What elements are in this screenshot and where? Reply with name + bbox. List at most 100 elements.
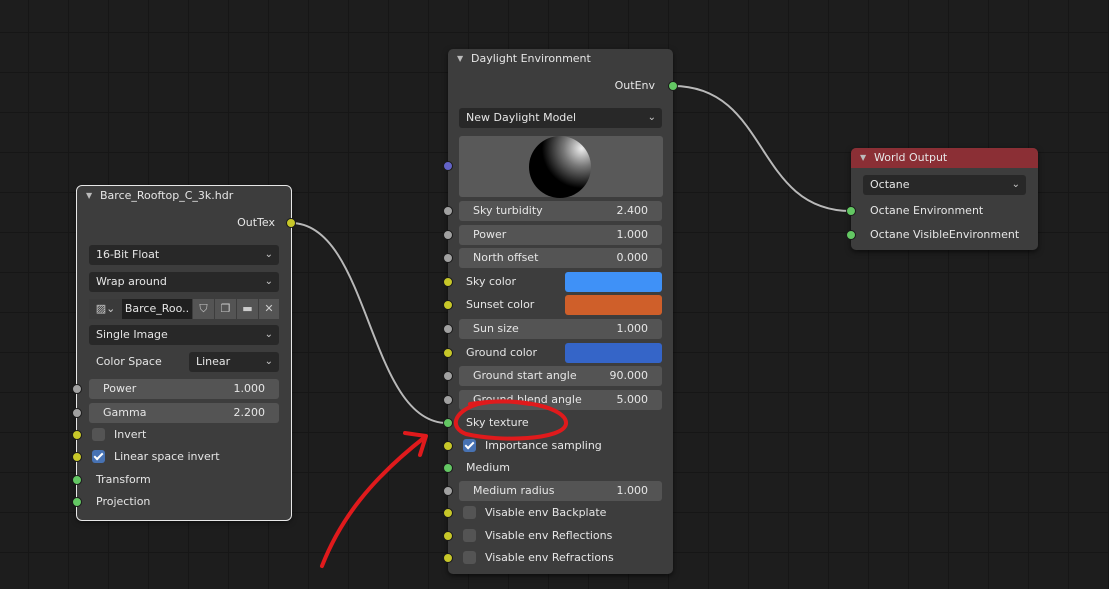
daylight-model-dropdown[interactable]: New Daylight Model ⌄	[459, 108, 662, 128]
power-socket[interactable]	[443, 230, 453, 240]
ground-blend-angle-socket[interactable]	[443, 395, 453, 405]
invert-checkbox[interactable]: Invert	[92, 425, 272, 445]
power-field-label: Power	[473, 228, 507, 241]
render-target-dropdown[interactable]: Octane ⌄	[863, 175, 1026, 195]
ground-start-angle-field-value: 90.000	[609, 369, 649, 382]
visable-env-refractions-socket[interactable]	[443, 553, 453, 563]
sky-texture-socket[interactable]	[443, 418, 453, 428]
duplicate-image-icon[interactable]: ❐	[215, 299, 236, 319]
world-output-node[interactable]: ▼ World Output Octane ⌄ Octane Environment O…	[846, 148, 1038, 250]
image-texture-node[interactable]: ▼ Barce_Rooftop_C_3k.hdr OutTex 16-Bit Flo…	[72, 185, 296, 521]
socket[interactable]	[72, 497, 82, 507]
annotation-arrow	[320, 431, 428, 568]
open-folder-icon[interactable]: ▬	[237, 299, 258, 319]
node-title: World Output	[874, 151, 948, 164]
north-offset-socket[interactable]	[443, 253, 453, 263]
socket[interactable]	[72, 430, 82, 440]
sphere-preview	[529, 136, 591, 198]
socket[interactable]	[72, 384, 82, 394]
importance-sampling-checkbox-label: Importance sampling	[485, 439, 602, 452]
collapse-triangle-icon[interactable]: ▼	[457, 49, 463, 69]
color-space-dropdown[interactable]: Linear ⌄	[189, 352, 279, 372]
sun-direction-socket[interactable]	[443, 161, 453, 171]
sky-color-socket[interactable]	[443, 277, 453, 287]
link-outenv-to-environment[interactable]	[672, 84, 852, 213]
chevron-down-icon: ⌄	[264, 356, 273, 367]
unlink-close-icon[interactable]: ✕	[259, 299, 279, 319]
sun-size-field-label: Sun size	[473, 322, 519, 335]
fake-user-shield-icon[interactable]: ⛉	[193, 299, 214, 319]
node-header[interactable]: ▼ World Output	[851, 148, 1038, 168]
visible-environment-socket[interactable]	[846, 230, 856, 240]
sunset-color-swatch[interactable]	[565, 295, 662, 315]
checkbox[interactable]	[92, 428, 105, 441]
output-outenv: OutEnv	[614, 79, 655, 92]
outenv-socket[interactable]	[668, 81, 678, 91]
power-field[interactable]: Power 1.000	[89, 379, 279, 399]
sunset-color-socket[interactable]	[443, 300, 453, 310]
source-dropdown[interactable]: Single Image ⌄	[89, 325, 279, 345]
sky-color-label: Sky color	[466, 275, 517, 288]
north-offset-field[interactable]: North offset 0.000	[459, 248, 662, 268]
sky-turbidity-field[interactable]: Sky turbidity 2.400	[459, 201, 662, 221]
socket[interactable]	[72, 475, 82, 485]
bit-depth-dropdown[interactable]: 16-Bit Float ⌄	[89, 245, 279, 265]
visable-env-backplate-checkbox[interactable]: Visable env Backplate	[463, 503, 643, 523]
ground-blend-angle-field-label: Ground blend angle	[473, 393, 582, 406]
link-outtex-to-sky-texture[interactable]	[290, 221, 448, 425]
medium-radius-field-label: Medium radius	[473, 484, 555, 497]
chevron-down-icon: ⌄	[264, 276, 273, 287]
importance-sampling-socket[interactable]	[443, 441, 453, 451]
power-field[interactable]: Power 1.000	[459, 225, 662, 245]
checkbox[interactable]	[463, 506, 476, 519]
checkbox[interactable]	[463, 439, 476, 452]
sun-size-field[interactable]: Sun size 1.000	[459, 319, 662, 339]
collapse-triangle-icon[interactable]: ▼	[86, 186, 92, 206]
north-offset-field-label: North offset	[473, 251, 539, 264]
gamma-field[interactable]: Gamma 2.200	[89, 403, 279, 423]
sky-texture-input: Sky texture	[466, 416, 529, 429]
sun-direction-preview[interactable]	[459, 136, 663, 198]
ground-blend-angle-field[interactable]: Ground blend angle 5.000	[459, 390, 662, 410]
socket[interactable]	[72, 408, 82, 418]
checkbox[interactable]	[463, 529, 476, 542]
wrap-dropdown-value: Wrap around	[96, 275, 167, 288]
visable-env-reflections-checkbox[interactable]: Visable env Reflections	[463, 526, 643, 546]
image-browse-button[interactable]: ▨⌄	[89, 299, 122, 319]
daylight-environment-node[interactable]: ▼ Daylight Environment OutEnv New Daylight…	[443, 49, 678, 574]
projection-input: Projection	[96, 495, 151, 508]
medium-radius-socket[interactable]	[443, 486, 453, 496]
power-field-value: 1.000	[616, 228, 649, 241]
collapse-triangle-icon[interactable]: ▼	[860, 148, 866, 168]
image-name-field[interactable]: Barce_Roo..	[122, 299, 192, 319]
output-outtex: OutTex	[237, 216, 275, 229]
environment-socket[interactable]	[846, 206, 856, 216]
octane-visible-environment-input: Octane VisibleEnvironment	[870, 228, 1020, 241]
transform-input: Transform	[96, 473, 151, 486]
image-selector[interactable]: ▨⌄ Barce_Roo.. ⛉ ❐ ▬ ✕	[89, 299, 279, 319]
wrap-dropdown[interactable]: Wrap around ⌄	[89, 272, 279, 292]
gamma-field-label: Gamma	[103, 406, 147, 419]
node-header[interactable]: ▼ Daylight Environment	[448, 49, 673, 71]
checkbox[interactable]	[92, 450, 105, 463]
ground-color-socket[interactable]	[443, 348, 453, 358]
linear-space-invert-checkbox[interactable]: Linear space invert	[92, 447, 272, 467]
visable-env-reflections-socket[interactable]	[443, 531, 453, 541]
socket[interactable]	[72, 452, 82, 462]
sky-turbidity-field-label: Sky turbidity	[473, 204, 543, 217]
sky-color-swatch[interactable]	[565, 272, 662, 292]
visable-env-refractions-checkbox[interactable]: Visable env Refractions	[463, 548, 643, 568]
checkbox[interactable]	[463, 551, 476, 564]
visable-env-backplate-socket[interactable]	[443, 508, 453, 518]
sky-turbidity-socket[interactable]	[443, 206, 453, 216]
medium-socket[interactable]	[443, 463, 453, 473]
sun-size-socket[interactable]	[443, 324, 453, 334]
node-header[interactable]: ▼ Barce_Rooftop_C_3k.hdr	[77, 186, 291, 208]
ground-start-angle-socket[interactable]	[443, 371, 453, 381]
medium-radius-field[interactable]: Medium radius 1.000	[459, 481, 662, 501]
chevron-down-icon: ⌄	[647, 112, 656, 123]
ground-start-angle-field[interactable]: Ground start angle 90.000	[459, 366, 662, 386]
importance-sampling-checkbox[interactable]: Importance sampling	[463, 436, 643, 456]
outtex-socket[interactable]	[286, 218, 296, 228]
ground-color-swatch[interactable]	[565, 343, 662, 363]
